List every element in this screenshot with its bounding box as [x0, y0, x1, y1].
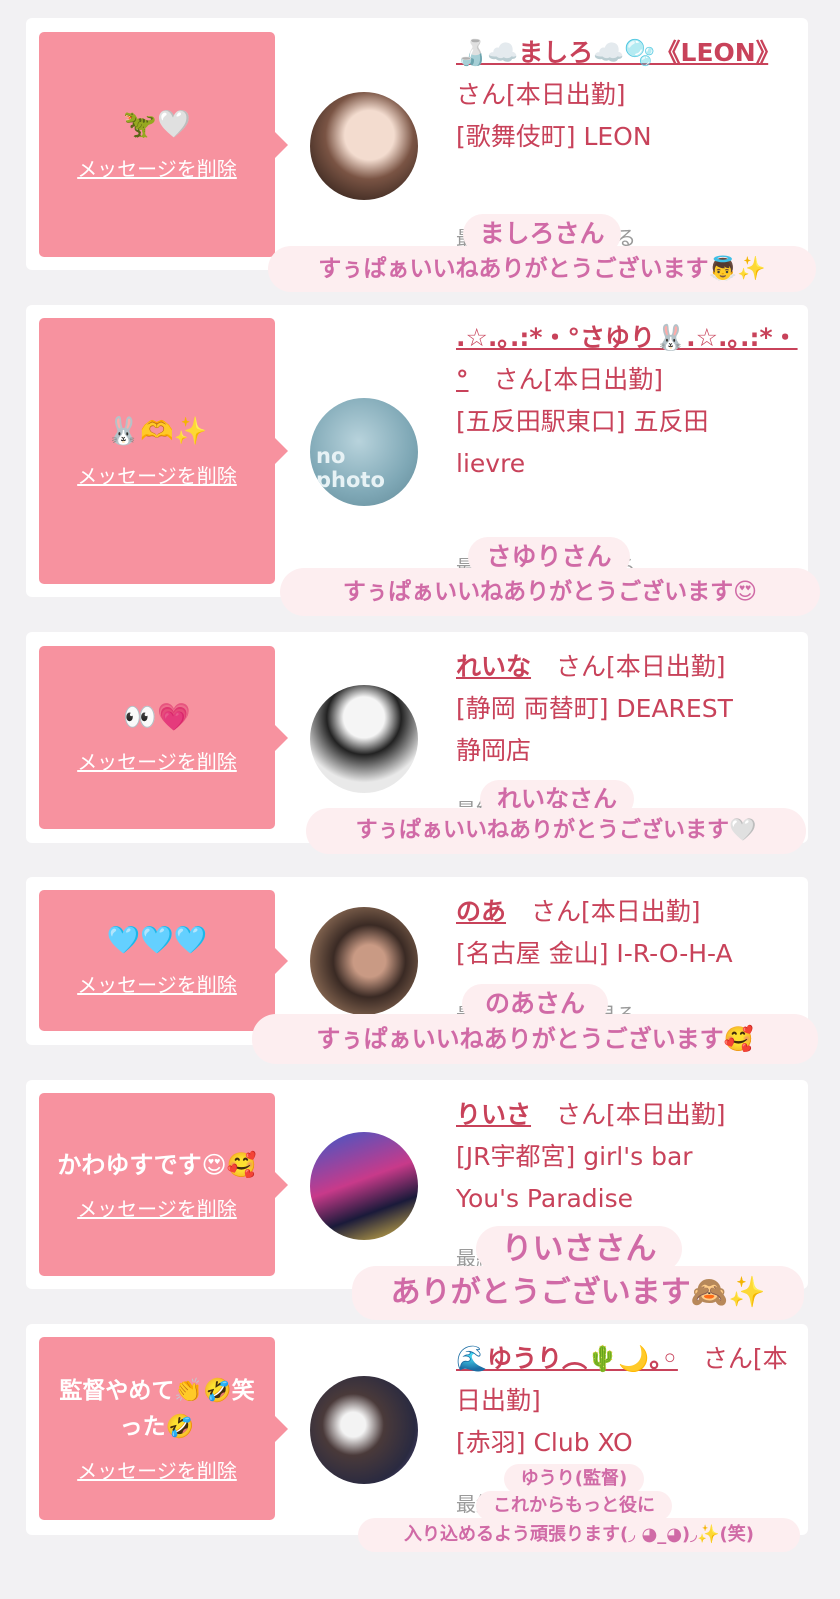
profile-shop-detail: lievre [456, 449, 526, 478]
delete-message-link[interactable]: メッセージを削除 [77, 460, 237, 489]
avatar[interactable] [310, 92, 418, 200]
profile-status: さん[本日出勤] [506, 897, 701, 926]
delete-message-link[interactable]: メッセージを削除 [77, 969, 237, 998]
message-bubble: 👀💗 メッセージを削除 [39, 646, 288, 829]
delete-message-link[interactable]: メッセージを削除 [77, 153, 237, 182]
message-bubble: 監督やめて👏🤣笑った🤣 メッセージを削除 [39, 1337, 288, 1520]
profile-info: 🌊ゆうり︵🌵🌙｡◦ さん[本日出勤] [赤羽] Club XO [456, 1338, 801, 1464]
delete-message-link[interactable]: メッセージを削除 [77, 1455, 237, 1484]
profile-shop: [赤羽] Club XO [456, 1428, 633, 1457]
message-text: 監督やめて👏🤣笑った🤣 [59, 1378, 255, 1440]
profile-shop: [五反田駅東口] 五反田 [456, 407, 709, 436]
avatar[interactable] [310, 1132, 418, 1240]
profile-status: さん[本日出勤] [468, 365, 664, 394]
profile-info: りいさ さん[本日出勤] [JR宇都宮] girl's bar You's Pa… [456, 1094, 801, 1220]
no-photo-label: no photo [316, 444, 385, 492]
message-card: 🐰🫶✨ メッセージを削除 no photo .☆.｡.:*・°さゆり🐰.☆.｡.… [26, 305, 808, 597]
message-card: 🦖🤍 メッセージを削除 🍶☁️ましろ☁️🫧《LEON》 さん[本日出勤] [歌舞… [26, 18, 808, 270]
message-card: かわゆすです😍🥰 メッセージを削除 りいさ さん[本日出勤] [JR宇都宮] g… [26, 1080, 808, 1289]
message-bubble: かわゆすです😍🥰 メッセージを削除 [39, 1093, 288, 1276]
message-card: 監督やめて👏🤣笑った🤣 メッセージを削除 🌊ゆうり︵🌵🌙｡◦ さん[本日出勤] … [26, 1324, 808, 1535]
profile-info: のあ さん[本日出勤] [名古屋 金山] I-R-O-H-A [456, 891, 801, 975]
avatar[interactable] [310, 1376, 418, 1484]
message-text: 🐰🫶✨ [106, 415, 208, 447]
message-text: 👀💗 [123, 702, 191, 733]
profile-shop-detail: You's Paradise [456, 1184, 634, 1213]
message-bubble: 🐰🫶✨ メッセージを削除 [39, 318, 288, 584]
message-bubble: 🩵🩵🩵 メッセージを削除 [39, 890, 288, 1031]
profile-shop: [JR宇都宮] girl's bar [456, 1142, 693, 1171]
overlay-caption-thanks: すぅぱぁいいねありがとうございます😍 [280, 568, 820, 616]
profile-name-link[interactable]: のあ [456, 897, 506, 926]
delete-message-link[interactable]: メッセージを削除 [77, 746, 237, 775]
profile-name-link[interactable]: 🌊ゆうり︵🌵🌙｡◦ [456, 1344, 678, 1373]
profile-shop-detail: 静岡店 [456, 736, 532, 765]
profile-status: さん[本日出勤] [531, 652, 726, 681]
profile-name-link[interactable]: 🍶☁️ましろ☁️🫧《LEON》 [456, 38, 768, 67]
message-text: 🩵🩵🩵 [106, 925, 208, 956]
profile-shop: [静岡 両替町] DEAREST [456, 694, 733, 723]
avatar[interactable] [310, 907, 418, 1015]
overlay-caption-name: ゆうり(監督) [504, 1464, 644, 1494]
overlay-caption-thanks: すぅぱぁいいねありがとうございます🥰 [252, 1014, 818, 1064]
message-text: かわゆすです😍🥰 [57, 1151, 257, 1179]
delete-message-link[interactable]: メッセージを削除 [77, 1193, 237, 1222]
overlay-caption-thanks: ありがとうございます🙈✨ [352, 1266, 804, 1320]
profile-info: 🍶☁️ましろ☁️🫧《LEON》 さん[本日出勤] [歌舞伎町] LEON [456, 32, 801, 158]
profile-name-link[interactable]: れいな [456, 652, 531, 681]
overlay-caption-thanks: すぅぱぁいいねありがとうございます👼✨ [268, 246, 816, 292]
overlay-caption-thanks: 入り込めるよう頑張ります(◞ ◕_◕)◞✨(笑) [358, 1518, 800, 1552]
message-bubble: 🦖🤍 メッセージを削除 [39, 32, 288, 257]
overlay-caption-line: これからもっと役に [476, 1491, 672, 1521]
profile-name-link[interactable]: りいさ [456, 1100, 531, 1129]
profile-status: さん[本日出勤] [531, 1100, 726, 1129]
avatar[interactable] [310, 685, 418, 793]
message-text: 🦖🤍 [123, 109, 191, 140]
overlay-caption-thanks: すぅぱぁいいねありがとうございます🤍 [306, 808, 806, 854]
profile-shop: [名古屋 金山] I-R-O-H-A [456, 939, 733, 968]
profile-info: .☆.｡.:*・°さゆり🐰.☆.｡.:*・° さん[本日出勤] [五反田駅東口]… [456, 317, 801, 485]
profile-info: れいな さん[本日出勤] [静岡 両替町] DEAREST 静岡店 [456, 646, 801, 772]
avatar[interactable]: no photo [310, 398, 418, 506]
profile-shop: [歌舞伎町] LEON [456, 122, 652, 151]
